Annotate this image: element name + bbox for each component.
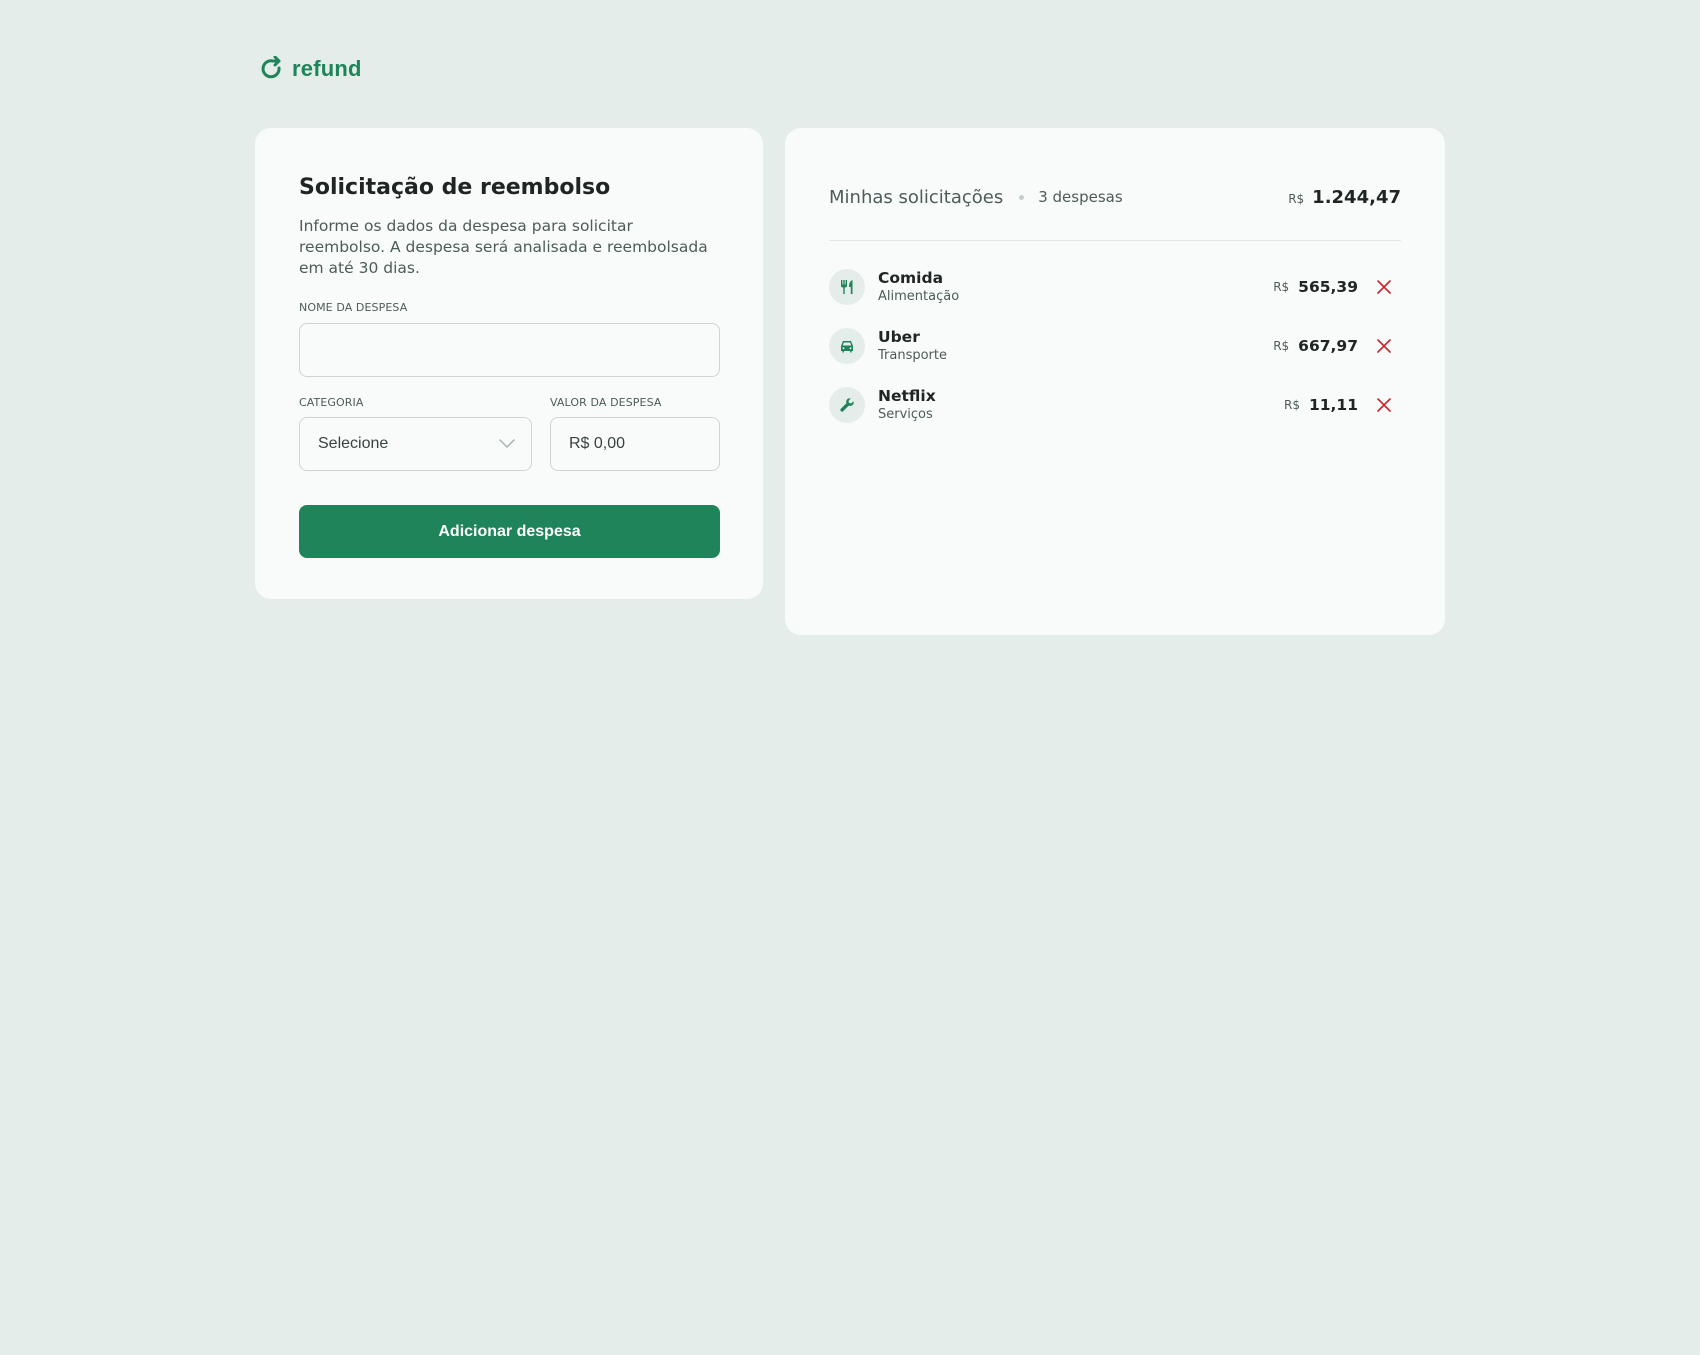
category-select[interactable]: Selecione (299, 417, 532, 471)
brand-name: refund (292, 56, 362, 81)
amount-input[interactable]: R$ 0,00 (550, 417, 720, 471)
amount-label: VALOR DA DESPESA (550, 396, 662, 409)
requests-header: Minhas solicitações 3 despesas R$ 1.244,… (829, 182, 1401, 212)
requests-title: Minhas solicitações (829, 186, 1004, 208)
total-currency: R$ (1288, 191, 1305, 206)
expense-category: Transporte (878, 348, 947, 363)
form-title: Solicitação de reembolso (299, 175, 611, 200)
app-logo[interactable]: refund (260, 56, 362, 82)
add-expense-button[interactable]: Adicionar despesa (299, 505, 720, 558)
car-icon (829, 328, 865, 364)
refund-arrow-icon (261, 56, 281, 79)
expense-currency: R$ (1273, 339, 1290, 353)
amount-placeholder: R$ 0,00 (569, 435, 626, 452)
divider (829, 240, 1401, 241)
expense-name-label: NOME DA DESPESA (299, 301, 408, 314)
expense-item: Comida Alimentação R$ 565,39 (829, 269, 1401, 305)
expense-currency: R$ (1273, 280, 1290, 294)
expense-name: Netflix (878, 387, 936, 405)
total-amount: R$ 1.244,47 (1288, 187, 1401, 208)
expense-value: 667,97 (1298, 337, 1358, 355)
expense-item: Netflix Serviços R$ 11,11 (829, 387, 1401, 423)
expense-value: 11,11 (1308, 396, 1358, 414)
requests-card: Minhas solicitações 3 despesas R$ 1.244,… (785, 128, 1445, 635)
expense-name-input[interactable] (299, 323, 720, 377)
chevron-down-icon (499, 439, 515, 448)
remove-expense-icon[interactable] (1375, 278, 1393, 296)
expense-value: 565,39 (1298, 278, 1358, 296)
expense-category: Serviços (878, 407, 933, 422)
form-description: Informe os dados da despesa para solicit… (299, 217, 708, 277)
remove-expense-icon[interactable] (1375, 337, 1393, 355)
expense-category: Alimentação (878, 289, 960, 304)
reimbursement-form-card: Solicitação de reembolso Informe os dado… (255, 128, 763, 599)
category-label: CATEGORIA (299, 396, 364, 409)
category-selected-value: Selecione (318, 435, 389, 452)
separator-dot (1019, 194, 1025, 200)
expense-name: Comida (878, 269, 944, 287)
expense-list: Comida Alimentação R$ 565,39 Uber Transp… (829, 269, 1401, 423)
expense-count: 3 despesas (1038, 188, 1123, 206)
total-value: 1.244,47 (1312, 186, 1401, 208)
remove-expense-icon[interactable] (1375, 396, 1393, 414)
expense-currency: R$ (1283, 398, 1300, 412)
fork-knife-icon (829, 269, 865, 305)
expense-item: Uber Transporte R$ 667,97 (829, 328, 1401, 364)
wrench-icon (829, 387, 865, 423)
expense-name: Uber (878, 328, 920, 346)
